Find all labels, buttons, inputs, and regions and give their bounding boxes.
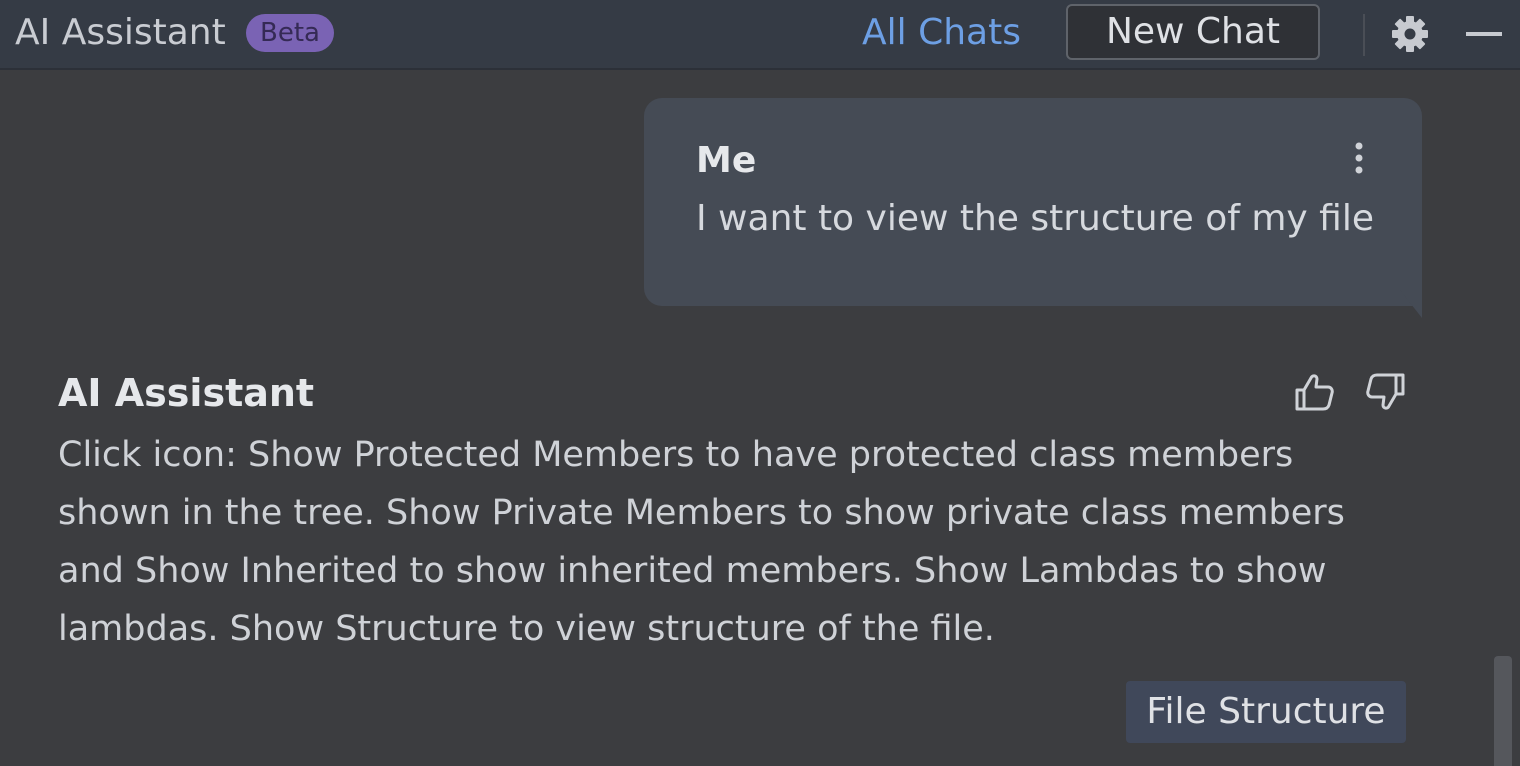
header-divider (1363, 14, 1365, 56)
more-vertical-icon[interactable] (1344, 140, 1374, 180)
assistant-message-line: lambdas. Show Structure to view structur… (58, 609, 995, 649)
all-chats-link[interactable]: All Chats (862, 12, 1021, 54)
minimize-icon[interactable] (1464, 14, 1504, 54)
header-bar: AI Assistant Beta All Chats New Chat (0, 0, 1520, 70)
new-chat-button[interactable]: New Chat (1066, 4, 1320, 60)
assistant-message-line: and Show Inherited to show inherited mem… (58, 551, 1327, 591)
user-message-bubble: Me I want to view the structure of my fi… (644, 98, 1422, 306)
assistant-message-text: Click icon: Show Protected Members to ha… (58, 426, 1458, 658)
user-message-text: I want to view the structure of my file (696, 198, 1374, 239)
thumbs-up-icon[interactable] (1292, 370, 1336, 414)
beta-badge: Beta (246, 14, 334, 52)
user-message-author: Me (696, 140, 757, 181)
assistant-message-line: shown in the tree. Show Private Members … (58, 493, 1345, 533)
assistant-message-line: Click icon: Show Protected Members to ha… (58, 435, 1294, 475)
gear-icon[interactable] (1390, 14, 1430, 54)
scrollbar-thumb[interactable] (1494, 656, 1512, 766)
file-structure-button[interactable]: File Structure (1126, 681, 1406, 743)
thumbs-down-icon[interactable] (1364, 370, 1408, 414)
app-title: AI Assistant (15, 12, 226, 53)
assistant-message-author: AI Assistant (58, 371, 315, 415)
